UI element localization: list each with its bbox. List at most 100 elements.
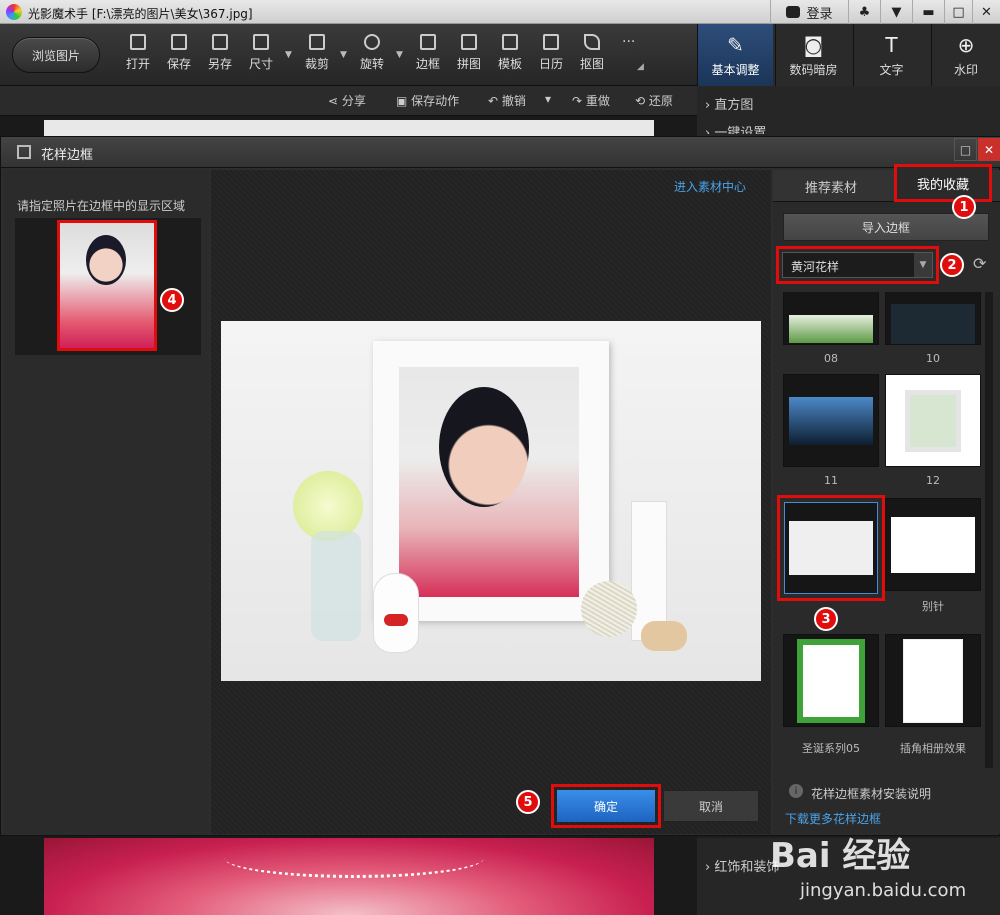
oneclick-section[interactable]: › 一键设置 [705,122,766,134]
size-tool[interactable]: 尺寸 [241,34,281,78]
thumb-corner-album[interactable] [885,634,981,727]
save-icon [171,34,187,50]
calendar-icon [543,34,559,50]
histogram-section[interactable]: › 直方图 [705,94,753,113]
thumb-image [891,303,975,344]
dialog-title: 花样边框 [41,148,94,163]
login-button[interactable]: 登录 [770,0,848,24]
thumb-selected[interactable] [784,502,878,594]
dialog-close-button[interactable]: ✕ [978,138,1000,161]
thumb-10[interactable] [885,292,981,345]
thumb-label: 12 [926,474,940,487]
thumb-image [789,396,873,445]
watermark-icon: ⊕ [957,32,975,57]
photo-preview-bottom [44,838,654,915]
app-logo-icon [6,4,22,20]
redo-button[interactable]: ↷ 重做 [572,92,610,109]
cancel-button[interactable]: 取消 [663,790,759,822]
necklace-detail [224,838,484,878]
category-select[interactable]: 黄河花样 ▼ [782,252,933,278]
glass-vase [311,531,361,641]
text-icon: T [885,32,898,57]
collage-tool[interactable]: 拼图 [449,34,489,78]
tab-watermark[interactable]: ⊕ 水印 [931,24,1000,86]
menu-button[interactable]: ▼ [880,0,912,24]
thumb-image [789,314,873,343]
selection-box [15,218,201,355]
photo-preview-top [44,120,654,136]
ok-button[interactable]: 确定 [557,790,655,822]
download-more-link[interactable]: 下载更多花样边框 [785,810,881,827]
border-icon [420,34,436,50]
framed-portrait [399,367,579,597]
step-badge-4: 4 [160,288,184,312]
user-icon [786,6,801,18]
open-tool[interactable]: 打开 [118,34,158,78]
minimize-button[interactable]: ▬ [912,0,944,24]
thumb-12[interactable] [885,374,981,467]
dialog-maximize-button[interactable]: □ [954,138,977,161]
tab-recommended[interactable]: 推荐素材 [773,170,889,202]
category-highlight: 黄河花样 ▼ [776,246,939,284]
rotate-dropdown-icon[interactable]: ▼ [396,50,403,60]
undo-dropdown-icon[interactable]: ▾ [545,92,551,106]
rotate-tool[interactable]: 旋转 [352,34,392,78]
save-tool[interactable]: 保存 [159,34,199,78]
spool [641,621,687,651]
thumb-image [905,389,961,452]
step-badge-2: 2 [940,253,964,277]
tab-basic-adjust[interactable]: ✎ 基本调整 [697,24,773,86]
step-badge-5: 5 [516,790,540,814]
framed-preview-image [221,321,761,681]
thumb-image [797,638,865,723]
template-tool[interactable]: 模板 [490,34,530,78]
thumb-image [891,516,975,573]
lucky-cat-sticker [373,573,419,653]
portrait-face [439,387,529,507]
display-area-selector[interactable] [57,220,157,351]
thumb-08[interactable] [783,292,879,345]
undo-button[interactable]: ↶ 撤销 [488,92,526,109]
browse-images-button[interactable]: 浏览图片 [12,37,100,73]
crop-tool[interactable]: 裁剪 [297,34,337,78]
window-title: 光影魔术手 [F:\漂亮的图片\美女\367.jpg] [28,7,253,21]
crop-dropdown-icon[interactable]: ▼ [340,50,347,60]
adjust-icon: ✎ [727,32,744,57]
cutout-tool[interactable]: 抠图 [572,34,612,78]
save-as-tool[interactable]: 另存 [200,34,240,78]
thumb-christmas05[interactable] [783,634,879,727]
thumb-scrollbar[interactable] [985,292,993,768]
thumb-11[interactable] [783,374,879,467]
enter-material-center-link[interactable]: 进入素材中心 [674,178,746,195]
dialog-title-bar: 花样边框 □ ✕ [1,137,1000,168]
thumb-label: 别针 [922,600,944,613]
camera-icon: ◙ [803,32,824,57]
refresh-icon[interactable]: ⟳ [973,254,986,273]
cat-collar [384,614,408,626]
tab-text[interactable]: T 文字 [853,24,929,86]
skin-button[interactable]: ♣ [848,0,880,24]
close-button[interactable]: ✕ [972,0,1000,24]
expand-icon[interactable]: ◢ [637,62,644,72]
material-pane: 推荐素材 我的收藏 导入边框 黄河花样 ▼ ⟳ 08 10 11 12 别针 圣诞… [773,164,1000,834]
share-button[interactable]: ⋖ 分享 [328,92,366,109]
size-dropdown-icon[interactable]: ▼ [285,50,292,60]
tab-my-favorites[interactable]: 我的收藏 [894,164,992,202]
more-tools-button[interactable]: ··· [622,34,635,50]
ok-highlight: 确定 [551,784,661,828]
maximize-button[interactable]: □ [944,0,972,24]
right-panel: › 直方图 › 一键设置 [697,86,1000,136]
thumbnail-list: 08 10 11 12 别针 圣诞系列05 插角相册效果 [773,292,985,768]
border-tool[interactable]: 边框 [408,34,448,78]
thumb-label: 插角相册效果 [900,742,966,755]
restore-button[interactable]: ⟲ 还原 [635,92,673,109]
thumb-pin[interactable] [885,498,981,591]
selected-thumb-highlight [777,495,885,601]
decoration-section[interactable]: › 红饰和装饰 [705,856,779,875]
install-note-link[interactable]: 花样边框素材安装说明 [811,785,931,802]
tab-darkroom[interactable]: ◙ 数码暗房 [775,24,851,86]
thumb-label: 圣诞系列05 [802,742,860,755]
instruction-text: 请指定照片在边框中的显示区域 [17,199,186,213]
calendar-tool[interactable]: 日历 [531,34,571,78]
save-action-button[interactable]: ▣ 保存动作 [396,92,459,109]
